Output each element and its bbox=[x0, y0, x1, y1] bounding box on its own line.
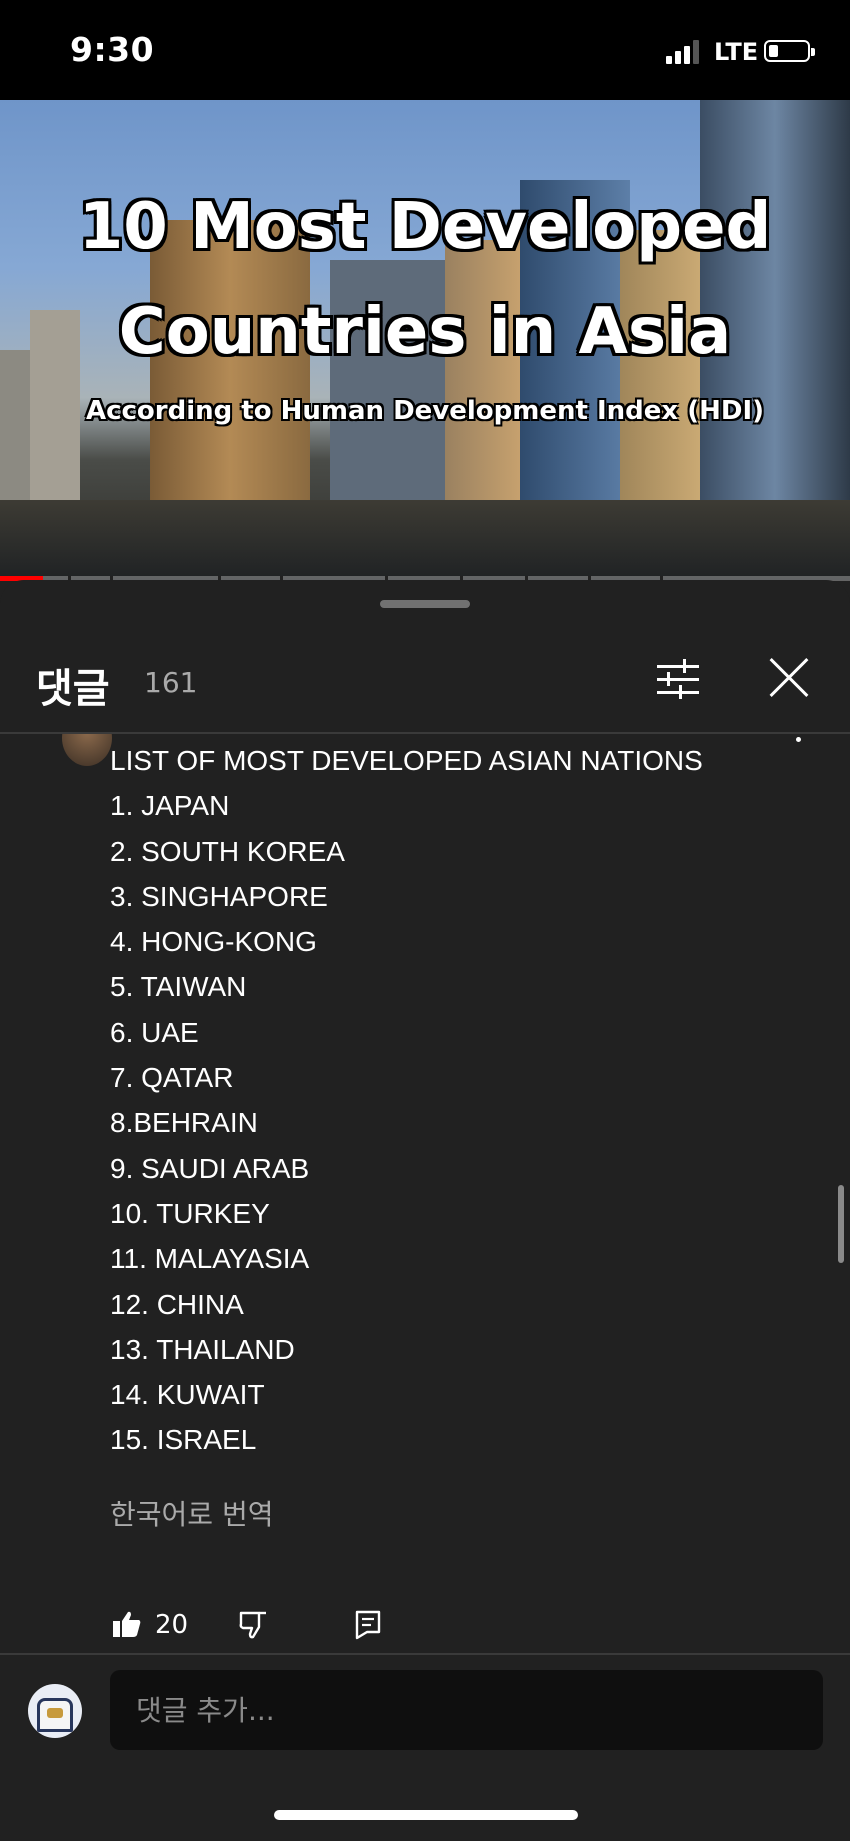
comment-list-item: 11. MALAYASIA bbox=[110, 1243, 310, 1275]
comment-list-item: 3. SINGHAPORE bbox=[110, 880, 328, 912]
comments-count: 161 bbox=[144, 666, 198, 699]
like-count: 20 bbox=[155, 1610, 189, 1640]
drag-handle[interactable] bbox=[380, 600, 470, 608]
comment-list-item: 10. TURKEY bbox=[110, 1197, 270, 1229]
comment-list-item: 6. UAE bbox=[110, 1016, 199, 1048]
thumbs-down-icon[interactable] bbox=[239, 1611, 269, 1639]
thumbs-up-icon[interactable] bbox=[112, 1610, 142, 1638]
user-avatar bbox=[28, 1684, 82, 1738]
signal-strength-icon bbox=[666, 40, 699, 64]
building bbox=[445, 240, 525, 510]
status-bar: 9:30 LTE bbox=[0, 0, 850, 100]
video-subtitle: According to Human Development Index (HD… bbox=[85, 396, 765, 426]
comment-actions: 20 bbox=[0, 1600, 850, 1650]
home-indicator[interactable] bbox=[274, 1810, 578, 1820]
video-title-line1: 10 Most Developed bbox=[78, 190, 772, 264]
footer-divider bbox=[0, 1653, 850, 1655]
comment-list-item: 5. TAIWAN bbox=[110, 971, 247, 1003]
reply-icon[interactable] bbox=[355, 1610, 381, 1640]
comment-list-item: 7. QATAR bbox=[110, 1062, 234, 1094]
network-type: LTE bbox=[714, 38, 759, 66]
comment-list-item: 15. ISRAEL bbox=[110, 1424, 257, 1456]
comment-list-item: 2. SOUTH KOREA bbox=[110, 835, 345, 867]
header-divider bbox=[0, 732, 850, 734]
add-comment-input[interactable] bbox=[110, 1670, 823, 1750]
comment-list-item: 1. JAPAN bbox=[110, 790, 230, 822]
comment-list-item: 8.BEHRAIN bbox=[110, 1107, 258, 1139]
translate-button[interactable]: 한국어로 번역 bbox=[110, 1493, 273, 1533]
more-options-icon[interactable] bbox=[796, 737, 801, 742]
battery-icon bbox=[764, 40, 815, 62]
comment-list-item: 13. THAILAND bbox=[110, 1333, 295, 1365]
status-time: 9:30 bbox=[70, 30, 155, 69]
video-player[interactable]: 10 Most Developed Countries in Asia Acco… bbox=[0, 100, 850, 580]
comment-list-item: 9. SAUDI ARAB bbox=[110, 1152, 310, 1184]
comment-list-item: 12. CHINA bbox=[110, 1288, 244, 1320]
scrollbar[interactable] bbox=[838, 1185, 844, 1263]
comment-list-item: 14. KUWAIT bbox=[110, 1379, 265, 1411]
close-icon[interactable] bbox=[767, 656, 811, 700]
comment-text: LIST OF MOST DEVELOPED ASIAN NATIONS 1. J… bbox=[110, 738, 790, 1463]
comments-title: 댓글 bbox=[36, 666, 110, 712]
comment-list-item: 4. HONG-KONG bbox=[110, 926, 317, 958]
video-title-line2: Countries in Asia bbox=[118, 295, 732, 369]
sliders-icon[interactable] bbox=[655, 656, 701, 702]
comment-heading: LIST OF MOST DEVELOPED ASIAN NATIONS bbox=[110, 745, 703, 776]
water bbox=[0, 500, 850, 580]
